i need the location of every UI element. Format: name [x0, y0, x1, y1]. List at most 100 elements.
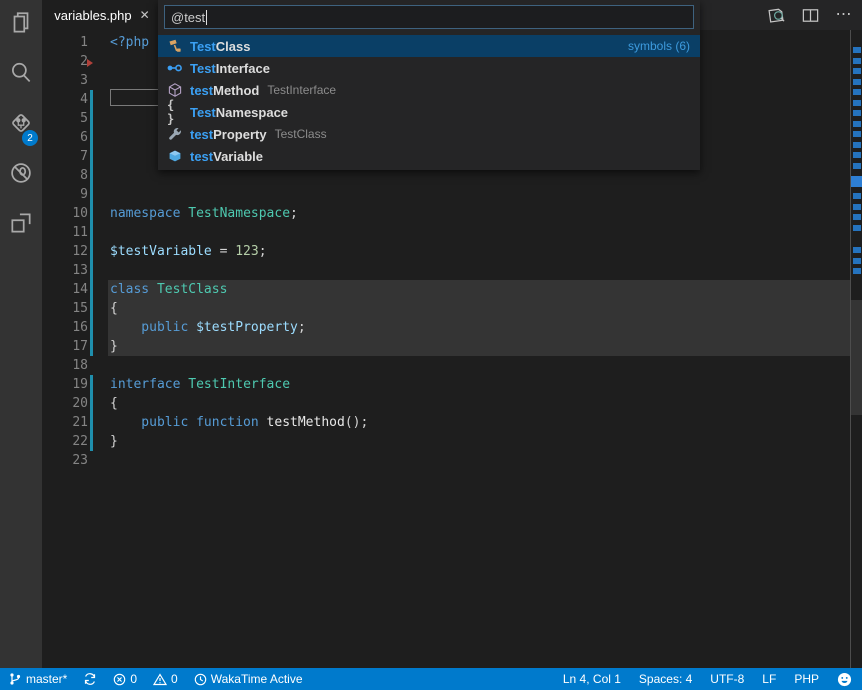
overview-mark	[853, 214, 861, 220]
code-text: }	[110, 337, 118, 356]
wakatime-status[interactable]: WakaTime Active	[194, 668, 303, 690]
split-editor-icon[interactable]	[800, 5, 820, 25]
symbol-interface-icon	[167, 60, 183, 76]
code-line-18[interactable]: 18	[42, 356, 862, 375]
activity-bar-search[interactable]	[0, 50, 42, 100]
overview-mark	[853, 58, 861, 64]
line-number: 12	[42, 242, 88, 261]
problems-warnings[interactable]: 0	[153, 668, 178, 690]
search-document-icon[interactable]	[766, 5, 786, 25]
code-line-20[interactable]: 20{	[42, 394, 862, 413]
activity-bar-source-control[interactable]: 2	[0, 100, 42, 150]
code-line-11[interactable]: 11	[42, 223, 862, 242]
error-circle-icon	[113, 673, 126, 686]
close-icon[interactable]: ✕	[140, 8, 150, 22]
line-number: 2	[42, 52, 88, 71]
overview-mark	[853, 110, 861, 116]
code-line-19[interactable]: 19interface TestInterface	[42, 375, 862, 394]
quick-open-input-value: @test	[171, 10, 205, 25]
tab-variables-php[interactable]: variables.php ✕	[42, 0, 162, 30]
line-number: 22	[42, 432, 88, 451]
line-number: 10	[42, 204, 88, 223]
warning-triangle-icon	[153, 673, 167, 686]
git-branch-status-label: master*	[26, 672, 67, 686]
encoding-label: UTF-8	[710, 672, 744, 686]
line-number: 21	[42, 413, 88, 432]
symbol-item-TestClass[interactable]: TestClass symbols (6)	[158, 35, 700, 57]
error-marker-icon	[87, 59, 93, 67]
tab-label: variables.php	[54, 8, 131, 23]
symbol-container-label: TestClass	[275, 127, 327, 141]
code-line-10[interactable]: 10namespace TestNamespace;	[42, 204, 862, 223]
git-branch-status[interactable]: master*	[8, 668, 67, 690]
code-line-22[interactable]: 22}	[42, 432, 862, 451]
problems-errors[interactable]: 0	[113, 668, 137, 690]
symbol-label: TestClass	[190, 39, 250, 54]
overview-mark	[853, 258, 861, 264]
overview-mark	[853, 193, 861, 199]
quick-open-list: TestClasssymbols (6)TestInterfacetestMet…	[158, 35, 700, 167]
line-number: 15	[42, 299, 88, 318]
feedback-smiley[interactable]	[837, 668, 852, 690]
symbol-label: TestNamespace	[190, 105, 288, 120]
symbol-item-testProperty[interactable]: testPropertyTestClass	[158, 123, 700, 145]
search-icon	[8, 60, 34, 91]
code-line-17[interactable]: 17}	[42, 337, 862, 356]
indentation[interactable]: Spaces: 4	[639, 668, 692, 690]
code-line-12[interactable]: 12$testVariable = 123;	[42, 242, 862, 261]
symbol-item-TestInterface[interactable]: TestInterface	[158, 57, 700, 79]
editor-actions: ⋯	[766, 0, 854, 30]
symbol-variable-icon	[167, 148, 183, 164]
overview-ruler	[850, 30, 862, 668]
overview-mark	[853, 163, 861, 169]
symbols-count-badge: symbols (6)	[628, 39, 690, 53]
eol-sequence[interactable]: LF	[762, 668, 776, 690]
symbol-item-testVariable[interactable]: testVariable	[158, 145, 700, 167]
overview-mark	[853, 100, 861, 106]
code-text: {	[110, 299, 118, 318]
problems-warnings-label: 0	[171, 672, 178, 686]
code-line-9[interactable]: 9	[42, 185, 862, 204]
text-caret	[206, 10, 207, 25]
overview-mark	[853, 121, 861, 127]
line-number: 17	[42, 337, 88, 356]
git-modified-gutter	[90, 90, 93, 356]
overview-mark	[853, 79, 861, 85]
code-line-13[interactable]: 13	[42, 261, 862, 280]
code-line-23[interactable]: 23	[42, 451, 862, 470]
symbol-item-TestNamespace[interactable]: { }TestNamespace	[158, 101, 700, 123]
quick-open-widget: @test TestClasssymbols (6)TestInterfacet…	[158, 0, 700, 170]
line-number: 7	[42, 147, 88, 166]
quick-open-input[interactable]: @test	[164, 5, 694, 29]
code-line-14[interactable]: 14class TestClass	[42, 280, 862, 299]
overview-mark-current	[851, 176, 862, 187]
encoding[interactable]: UTF-8	[710, 668, 744, 690]
cursor-position[interactable]: Ln 4, Col 1	[563, 668, 621, 690]
symbol-item-testMethod[interactable]: testMethodTestInterface	[158, 79, 700, 101]
debug-icon	[8, 160, 34, 191]
eol-sequence-label: LF	[762, 672, 776, 686]
sync-status[interactable]	[83, 668, 97, 690]
symbol-label: testVariable	[190, 149, 263, 164]
activity-bar-explorer[interactable]	[0, 0, 42, 50]
status-bar-right: Ln 4, Col 1 Spaces: 4 UTF-8 LF PHP	[563, 668, 852, 690]
symbol-container-label: TestInterface	[267, 83, 336, 97]
language-mode[interactable]: PHP	[794, 668, 819, 690]
code-line-15[interactable]: 15 {	[42, 299, 862, 318]
symbol-method-icon	[167, 82, 183, 98]
code-line-16[interactable]: 16 public $testProperty;	[42, 318, 862, 337]
activity-bar-extensions[interactable]	[0, 200, 42, 250]
activity-bar-debug[interactable]	[0, 150, 42, 200]
clock-icon	[194, 673, 207, 686]
wakatime-status-label: WakaTime Active	[211, 672, 303, 686]
extensions-icon	[8, 210, 34, 241]
more-actions-icon[interactable]: ⋯	[834, 5, 854, 25]
activity-bar: 2	[0, 0, 42, 668]
symbol-property-icon	[167, 126, 183, 142]
line-number: 20	[42, 394, 88, 413]
git-modified-gutter	[90, 375, 93, 451]
code-line-21[interactable]: 21 public function testMethod();	[42, 413, 862, 432]
symbol-class-icon	[167, 38, 183, 54]
indentation-label: Spaces: 4	[639, 672, 692, 686]
symbol-label: TestInterface	[190, 61, 270, 76]
